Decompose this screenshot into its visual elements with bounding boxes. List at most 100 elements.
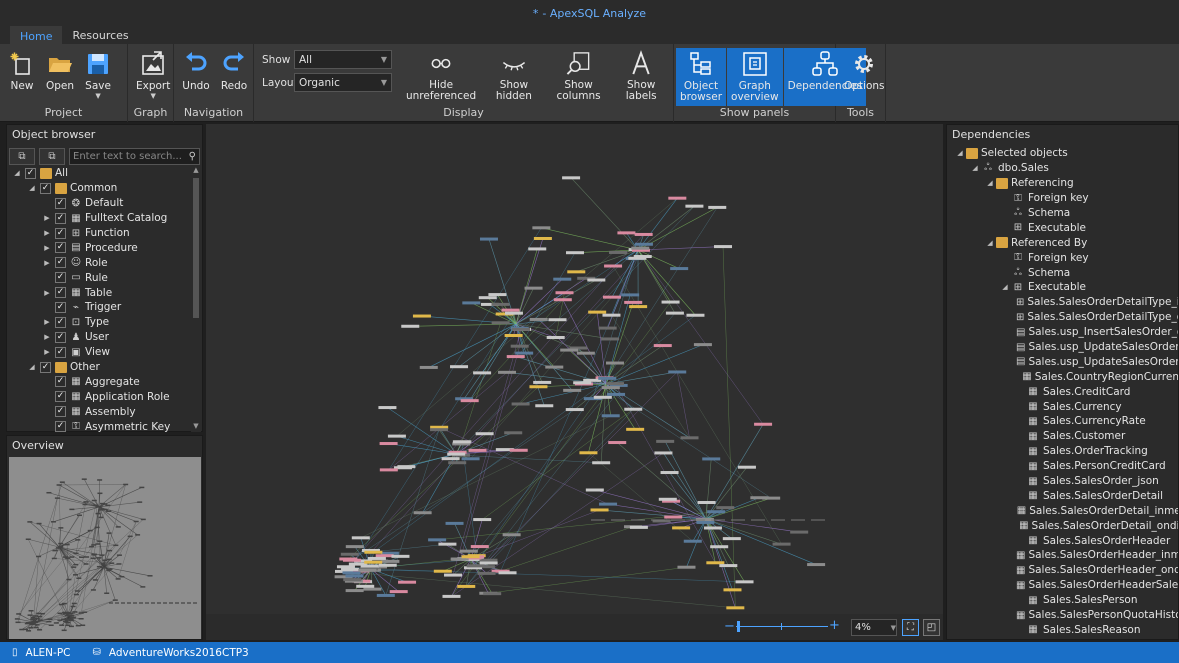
scroll-up-icon[interactable]: ▲ [191, 166, 201, 176]
show-hidden-button[interactable]: Show hidden [484, 48, 544, 104]
graph-node[interactable] [109, 562, 115, 564]
graph-node[interactable] [106, 532, 112, 534]
layout-select[interactable]: Organic ▼ [294, 73, 392, 92]
graph-node[interactable] [73, 593, 79, 596]
graph-node[interactable] [479, 237, 498, 241]
graph-node[interactable] [66, 578, 72, 581]
graph-node[interactable] [670, 267, 689, 271]
dependency-item[interactable]: ⊞Sales.SalesOrderDetailType_inmem [951, 295, 1178, 310]
object-search-input[interactable]: Enter text to search... ⚲ [69, 147, 200, 165]
options-button[interactable]: Options [840, 48, 889, 104]
graph-node[interactable] [364, 550, 383, 554]
dependency-item[interactable]: ▦ Sales.PersonCreditCard [951, 459, 1178, 474]
dependency-item[interactable]: ▦Sales.SalesOrderHeaderSalesReas [951, 578, 1178, 593]
graph-node[interactable] [654, 451, 673, 455]
graph-node[interactable] [363, 587, 382, 591]
graph-node[interactable] [661, 300, 680, 304]
graph-node[interactable] [593, 395, 612, 399]
graph-node[interactable] [696, 520, 715, 524]
graph-node[interactable] [139, 486, 145, 489]
tree-item[interactable]: ▶ ✓ ▦ Table [8, 285, 191, 300]
dependency-item[interactable]: ▦ Sales.SalesOrderDetail [951, 488, 1178, 503]
tree-item[interactable]: ▶ ✓ ☺ Role [8, 255, 191, 270]
graph-node[interactable] [601, 337, 620, 341]
graph-node[interactable] [515, 351, 534, 355]
graph-node[interactable] [501, 308, 520, 312]
graph-node[interactable] [140, 586, 146, 588]
graph-node[interactable] [61, 618, 67, 620]
graph-node[interactable] [345, 589, 364, 593]
graph-node[interactable] [24, 622, 30, 625]
graph-node[interactable] [123, 483, 129, 486]
graph-node[interactable] [599, 502, 618, 506]
graph-node[interactable] [97, 540, 103, 542]
graph-node[interactable] [32, 615, 38, 617]
graph-node[interactable] [51, 557, 57, 560]
graph-node[interactable] [608, 441, 627, 445]
graph-node[interactable] [563, 388, 582, 392]
checkbox-checked-icon[interactable]: ✓ [55, 316, 66, 328]
graph-node[interactable] [660, 471, 679, 475]
checkbox-checked-icon[interactable]: ✓ [55, 331, 66, 343]
graph-node[interactable] [576, 351, 595, 355]
search-icon[interactable]: ⚲ [189, 151, 196, 162]
redo-button[interactable]: Redo [216, 48, 252, 104]
collapse-chevron-icon[interactable]: ◢ [27, 184, 37, 192]
graph-node[interactable] [626, 427, 645, 431]
graph-node[interactable] [73, 563, 79, 566]
graph-node[interactable] [57, 612, 63, 615]
dependency-item[interactable]: ◢ ⊞ Executable [951, 280, 1178, 295]
graph-node[interactable] [473, 518, 492, 522]
graph-node[interactable] [381, 559, 400, 563]
zoom-out-icon[interactable]: − [724, 619, 735, 634]
checkbox-checked-icon[interactable]: ✓ [55, 406, 66, 418]
graph-node[interactable] [397, 465, 416, 469]
graph-node[interactable] [113, 544, 119, 547]
dependency-item[interactable]: ▦ Sales.Customer [951, 429, 1178, 444]
expand-chevron-icon[interactable]: ▶ [42, 333, 52, 341]
checkbox-checked-icon[interactable]: ✓ [55, 287, 66, 299]
graph-node[interactable] [658, 497, 677, 501]
actual-size-button[interactable]: ◰ [923, 619, 940, 636]
graph-node[interactable] [90, 589, 96, 591]
graph-node[interactable] [67, 612, 73, 615]
checkbox-checked-icon[interactable]: ✓ [55, 272, 66, 284]
expand-chevron-icon[interactable]: ▶ [42, 259, 52, 267]
graph-node[interactable] [412, 314, 431, 318]
graph-node[interactable] [624, 407, 643, 411]
graph-node[interactable] [693, 343, 712, 347]
graph-node[interactable] [441, 457, 460, 461]
graph-node[interactable] [84, 556, 90, 558]
graph-node[interactable] [450, 365, 469, 369]
dependency-item[interactable]: ▦ Sales.SalesOrderDetail_ondisk [951, 518, 1178, 533]
graph-node[interactable] [80, 624, 86, 627]
graph-node[interactable] [708, 205, 727, 209]
graph-node[interactable] [56, 484, 62, 486]
graph-node[interactable] [26, 630, 32, 632]
graph-node[interactable] [345, 545, 364, 549]
dependency-item[interactable]: ▦ Sales.CurrencyRate [951, 414, 1178, 429]
graph-node[interactable] [96, 557, 102, 559]
graph-node[interactable] [695, 517, 714, 521]
graph-node[interactable] [360, 564, 379, 568]
collapse-chevron-icon[interactable]: ◢ [12, 169, 22, 177]
new-button[interactable]: New [4, 48, 40, 104]
show-labels-button[interactable]: Show labels [613, 48, 669, 104]
graph-node[interactable] [533, 236, 552, 240]
graph-node[interactable] [702, 457, 721, 461]
dependency-item[interactable]: ▦ Sales.SalesPersonQuotaHistory [951, 608, 1178, 623]
graph-node[interactable] [466, 564, 485, 568]
dependency-item[interactable]: ▦Sales.SalesOrderHeader_inmem [951, 548, 1178, 563]
graph-node[interactable] [378, 563, 397, 567]
graph-node[interactable] [37, 629, 43, 631]
tree-item[interactable]: ✓ ▦ Aggregate [8, 374, 191, 389]
collapse-chevron-icon[interactable]: ◢ [1000, 283, 1010, 291]
graph-node[interactable] [565, 408, 584, 412]
graph-node[interactable] [428, 538, 447, 542]
graph-node[interactable] [107, 549, 113, 552]
graph-node[interactable] [502, 533, 521, 537]
graph-node[interactable] [762, 496, 781, 500]
collapse-chevron-icon[interactable]: ◢ [985, 179, 995, 187]
graph-node[interactable] [438, 542, 457, 546]
dependency-item[interactable]: ⊞ Executable [951, 220, 1178, 235]
